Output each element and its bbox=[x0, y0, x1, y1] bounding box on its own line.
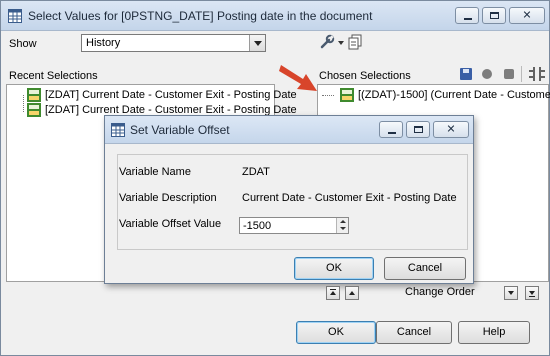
variable-icon bbox=[340, 88, 354, 102]
dialog-close-button[interactable]: ✕ bbox=[433, 121, 469, 138]
variable-offset-value: -1500 bbox=[243, 220, 272, 232]
move-up-icon bbox=[349, 291, 355, 295]
tree-connector bbox=[23, 95, 24, 112]
close-button[interactable]: ✕ bbox=[509, 7, 545, 24]
tools-menu-caret-icon[interactable] bbox=[338, 41, 344, 45]
dialog-titlebar: Set Variable Offset ✕ bbox=[105, 116, 473, 144]
spin-up-icon[interactable] bbox=[340, 220, 346, 223]
recent-item-label: [ZDAT] Current Date - Customer Exit - Po… bbox=[45, 89, 297, 101]
close-icon: ✕ bbox=[446, 123, 456, 135]
variable-offset-input[interactable]: -1500 bbox=[239, 217, 349, 234]
maximize-icon bbox=[490, 12, 499, 19]
window-title: Select Values for [0PSTNG_DATE] Posting … bbox=[28, 9, 373, 23]
minimize-icon bbox=[464, 18, 472, 20]
maximize-icon bbox=[414, 126, 423, 133]
cancel-button[interactable]: Cancel bbox=[376, 321, 452, 344]
dialog-ok-button[interactable]: OK bbox=[294, 257, 374, 280]
spin-down-icon[interactable] bbox=[340, 227, 346, 230]
red-arrow-icon bbox=[279, 65, 317, 91]
tree-connector bbox=[322, 94, 334, 96]
minimize-button[interactable] bbox=[455, 7, 479, 24]
move-top-icon bbox=[330, 291, 336, 295]
variable-name-value: ZDAT bbox=[242, 166, 270, 178]
toolbar-divider bbox=[521, 66, 522, 82]
variable-icon bbox=[27, 88, 41, 102]
variable-offset-label: Variable Offset Value bbox=[119, 218, 222, 230]
save-icon[interactable] bbox=[460, 68, 472, 80]
columns-icon[interactable] bbox=[529, 67, 545, 81]
list-item[interactable]: [(ZDAT)-1500] (Current Date - Customer E… bbox=[322, 88, 550, 102]
chosen-item-label: [(ZDAT)-1500] (Current Date - Customer E… bbox=[358, 89, 550, 101]
square-icon[interactable] bbox=[504, 69, 514, 79]
move-to-bottom-button[interactable] bbox=[525, 286, 539, 300]
pages-icon[interactable] bbox=[347, 34, 363, 50]
move-down-icon bbox=[508, 291, 514, 295]
move-down-button[interactable] bbox=[504, 286, 518, 300]
help-button[interactable]: Help bbox=[458, 321, 530, 344]
table-app-icon bbox=[8, 9, 22, 23]
variable-description-value: Current Date - Customer Exit - Posting D… bbox=[242, 192, 457, 204]
dialog-maximize-button[interactable] bbox=[406, 121, 430, 138]
dialog-title: Set Variable Offset bbox=[130, 123, 230, 137]
show-dropdown[interactable]: History bbox=[81, 34, 266, 52]
tools-icon[interactable] bbox=[319, 34, 335, 50]
chosen-selections-label: Chosen Selections bbox=[319, 70, 411, 82]
offset-spinner[interactable] bbox=[336, 218, 348, 233]
show-label: Show bbox=[9, 38, 37, 50]
move-up-button[interactable] bbox=[345, 286, 359, 300]
bar-icon bbox=[529, 296, 535, 297]
change-order-label: Change Order bbox=[405, 286, 475, 298]
bar-icon bbox=[330, 289, 336, 290]
dialog-minimize-button[interactable] bbox=[379, 121, 403, 138]
variable-icon bbox=[27, 103, 41, 117]
window-titlebar: Select Values for [0PSTNG_DATE] Posting … bbox=[1, 1, 549, 31]
table-app-icon bbox=[111, 123, 125, 137]
list-item[interactable]: [ZDAT] Current Date - Customer Exit - Po… bbox=[27, 88, 297, 102]
select-values-window: Select Values for [0PSTNG_DATE] Posting … bbox=[0, 0, 550, 356]
circle-icon[interactable] bbox=[482, 69, 492, 79]
chevron-down-icon[interactable] bbox=[249, 35, 265, 51]
close-icon: ✕ bbox=[522, 9, 532, 21]
variable-description-label: Variable Description bbox=[119, 192, 217, 204]
recent-selections-label: Recent Selections bbox=[9, 70, 98, 82]
ok-button[interactable]: OK bbox=[296, 321, 376, 344]
show-selected-value: History bbox=[86, 37, 121, 49]
dialog-cancel-button[interactable]: Cancel bbox=[384, 257, 466, 280]
maximize-button[interactable] bbox=[482, 7, 506, 24]
minimize-icon bbox=[388, 132, 396, 134]
move-to-top-button[interactable] bbox=[326, 286, 340, 300]
set-variable-offset-dialog: Set Variable Offset ✕ Variable Name ZDAT… bbox=[104, 115, 474, 284]
variable-name-label: Variable Name bbox=[119, 166, 191, 178]
move-bottom-icon bbox=[529, 291, 535, 295]
